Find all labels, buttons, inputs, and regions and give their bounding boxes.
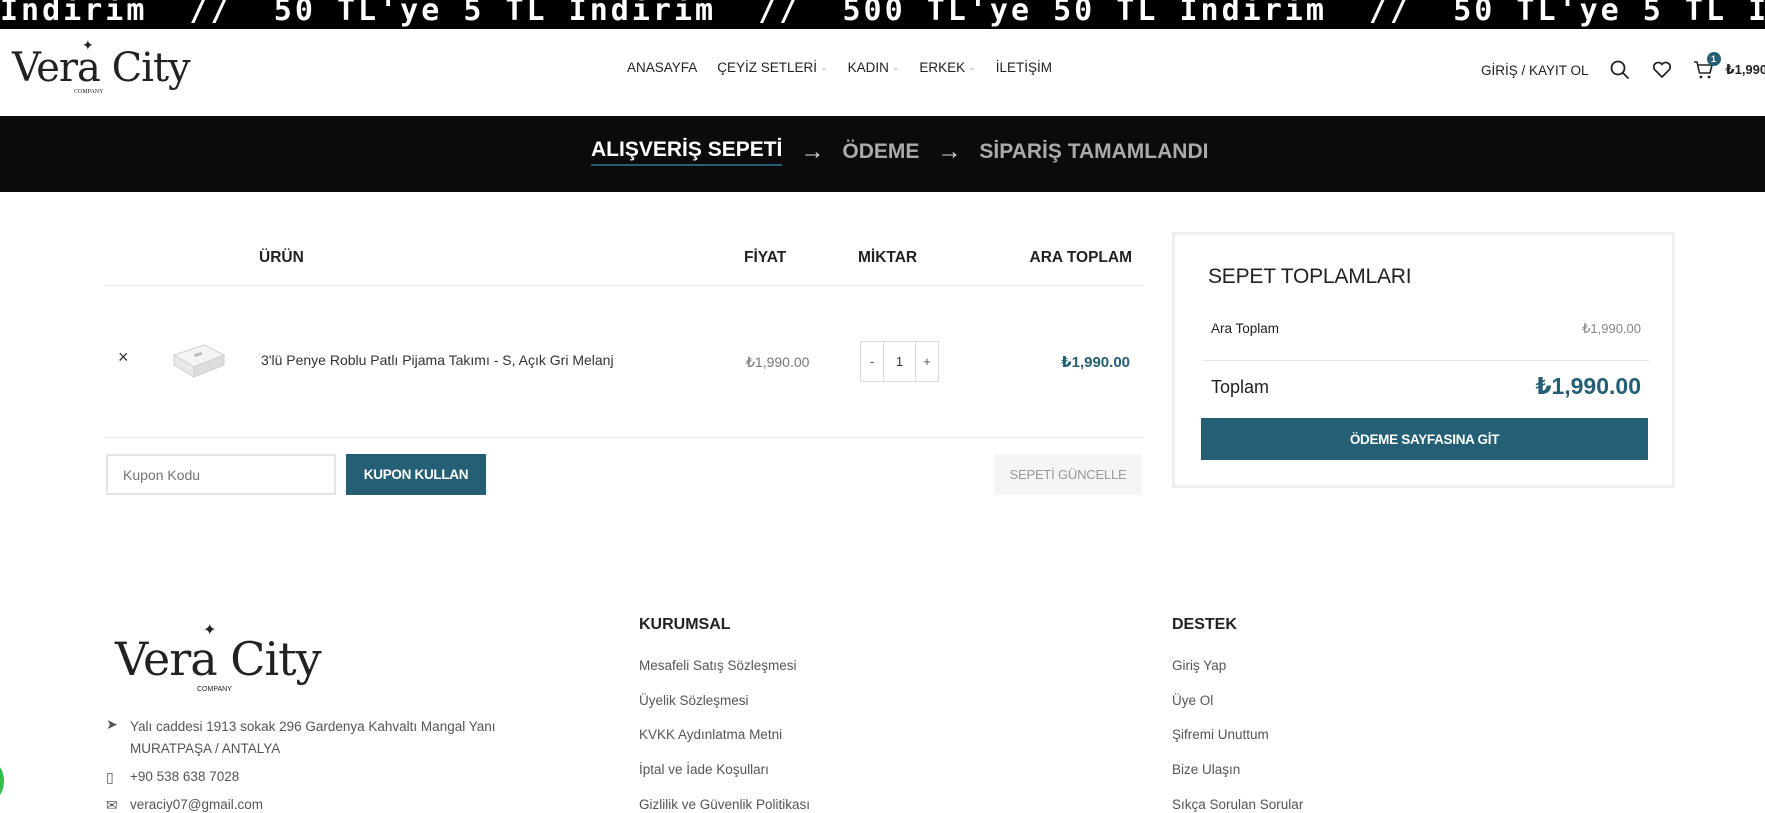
mail-icon: ✉	[106, 797, 118, 813]
arrow-right-icon: →	[937, 138, 962, 165]
logo-text: Vera City	[12, 45, 191, 91]
main-nav: ANASAYFA ÇEYİZ SETLERİ ⌄ KADIN ⌄ ERKEK ⌄ İL…	[627, 60, 1072, 75]
product-price: ₺1,990.00	[746, 354, 810, 370]
nav-item-contact[interactable]: İLETİŞİM	[996, 60, 1052, 75]
footer-corporate-title: KURUMSAL	[639, 616, 731, 633]
login-register-link[interactable]: GİRİŞ / KAYIT OL	[1481, 63, 1589, 78]
footer-logo[interactable]: ✦ Vera City COMPANY	[115, 620, 325, 700]
footer-logo-text: Vera City	[115, 632, 322, 686]
chevron-down-icon: ⌄	[968, 62, 976, 72]
step-cart[interactable]: ALIŞVERİŞ SEPETİ	[591, 138, 783, 166]
nav-label: ANASAYFA	[627, 60, 698, 75]
footer-link-privacy[interactable]: Gizlilik ve Güvenlik Politikası	[639, 797, 810, 812]
promo-ticker: İndirim // 50 TL'ye 5 TL İndirim // 500 …	[0, 0, 1765, 29]
quantity-input[interactable]: 1	[884, 341, 915, 382]
footer-link-membership[interactable]: Üyelik Sözleşmesi	[639, 693, 749, 708]
totals-total-row: Toplam ₺1,990.00	[1203, 363, 1649, 413]
nav-item-dowry-sets[interactable]: ÇEYİZ SETLERİ ⌄	[717, 60, 827, 75]
footer-link-kvkk[interactable]: KVKK Aydınlatma Metni	[639, 727, 782, 742]
nav-item-men[interactable]: ERKEK ⌄	[919, 60, 975, 75]
footer-link-distance-sales[interactable]: Mesafeli Satış Sözleşmesi	[639, 658, 797, 673]
nav-label: KADIN	[847, 60, 889, 75]
search-icon[interactable]	[1609, 59, 1631, 81]
step-order-complete: SİPARİŞ TAMAMLANDI	[979, 140, 1209, 163]
header-actions: GİRİŞ / KAYIT OL 1 ₺1,990.00	[1481, 52, 1765, 81]
cart-count-badge: 1	[1706, 52, 1721, 66]
checkout-steps: ALIŞVERİŞ SEPETİ → ÖDEME → SİPARİŞ TAMAM…	[0, 116, 1765, 192]
update-cart-button[interactable]: SEPETİ GÜNCELLE	[994, 454, 1142, 495]
product-name-link[interactable]: 3'lü Penye Roblu Patlı Pijama Takımı - S…	[261, 352, 614, 368]
nav-item-women[interactable]: KADIN ⌄	[848, 60, 900, 75]
footer-link-faq[interactable]: Sıkça Sorulan Sorular	[1172, 797, 1303, 812]
footer-address: ➤ Yalı caddesi 1913 sokak 296 Gardenya K…	[106, 716, 496, 760]
cart-item-row: × 3'lü Penye Roblu Patlı Pijama Takımı -…	[106, 286, 1142, 438]
arrow-right-icon: →	[800, 138, 825, 165]
address-line-2: MURATPAŞA / ANTALYA	[130, 741, 281, 756]
totals-subtotal-row: Ara Toplam ₺1,990.00	[1203, 309, 1649, 361]
product-thumbnail[interactable]	[168, 331, 228, 389]
footer-link-contact[interactable]: Bize Ulaşın	[1172, 762, 1240, 777]
cart-table-header: ÜRÜN FİYAT MİKTAR ARA TOPLAM	[106, 232, 1142, 286]
site-header: ✦ Vera City COMPANY ANASAYFA ÇEYİZ SETLE…	[0, 29, 1765, 116]
column-header-product: ÜRÜN	[259, 249, 304, 266]
nav-item-home[interactable]: ANASAYFA	[627, 60, 697, 75]
proceed-to-checkout-button[interactable]: ÖDEME SAYFASINA GİT	[1201, 418, 1648, 460]
address-line-1: Yalı caddesi 1913 sokak 296 Gardenya Kah…	[130, 719, 496, 734]
subtotal-value: ₺1,990.00	[1582, 321, 1641, 336]
heart-icon[interactable]	[1651, 59, 1673, 81]
column-header-quantity: MİKTAR	[858, 249, 918, 266]
footer-support-title: DESTEK	[1172, 616, 1237, 633]
footer-email: ✉ veraciy07@gmail.com	[106, 797, 263, 813]
footer-link-forgot-password[interactable]: Şifremi Unuttum	[1172, 727, 1269, 742]
logo-subtext: COMPANY	[74, 89, 104, 95]
coupon-code-input[interactable]	[106, 454, 336, 495]
location-arrow-icon: ➤	[106, 716, 118, 732]
cart-totals-panel: SEPET TOPLAMLARI Ara Toplam ₺1,990.00 To…	[1172, 232, 1675, 488]
apply-coupon-button[interactable]: KUPON KULLAN	[346, 454, 486, 495]
footer-phone: ▯ +90 538 638 7028	[106, 769, 239, 786]
phone-icon: ▯	[106, 769, 114, 785]
total-value: ₺1,990.00	[1535, 373, 1641, 399]
cart-table: ÜRÜN FİYAT MİKTAR ARA TOPLAM × 3'lü Peny…	[106, 232, 1142, 510]
column-header-price: FİYAT	[744, 249, 787, 266]
site-logo[interactable]: ✦ Vera City COMPANY	[12, 37, 191, 99]
product-subtotal: ₺1,990.00	[1061, 354, 1130, 371]
quantity-decrease-button[interactable]: -	[860, 341, 884, 382]
nav-label: ERKEK	[919, 60, 966, 75]
nav-label: İLETİŞİM	[995, 60, 1053, 75]
quantity-stepper: - 1 +	[860, 341, 939, 382]
subtotal-label: Ara Toplam	[1211, 321, 1280, 336]
footer-link-register[interactable]: Üye Ol	[1172, 693, 1213, 708]
footer-link-returns[interactable]: İptal ve İade Koşulları	[639, 762, 769, 777]
step-payment[interactable]: ÖDEME	[842, 140, 919, 164]
phone-number[interactable]: +90 538 638 7028	[130, 769, 239, 786]
chevron-down-icon: ⌄	[820, 62, 828, 72]
quantity-increase-button[interactable]: +	[915, 341, 939, 382]
ticker-text: İndirim // 50 TL'ye 5 TL İndirim // 500 …	[0, 0, 1765, 28]
chevron-down-icon: ⌄	[891, 62, 900, 72]
cart-icon[interactable]: 1	[1693, 52, 1721, 81]
nav-label: ÇEYİZ SETLERİ	[717, 60, 818, 75]
header-cart-total[interactable]: ₺1,990.00	[1726, 62, 1765, 78]
cart-actions: KUPON KULLAN SEPETİ GÜNCELLE	[106, 438, 1142, 510]
footer-link-login[interactable]: Giriş Yap	[1172, 658, 1226, 673]
footer-logo-subtext: COMPANY	[197, 686, 232, 693]
whatsapp-float-icon[interactable]	[0, 763, 4, 799]
cart-totals-title: SEPET TOPLAMLARI	[1208, 265, 1412, 288]
column-header-subtotal: ARA TOPLAM	[1029, 249, 1132, 266]
remove-item-icon[interactable]: ×	[118, 347, 129, 368]
total-label: Toplam	[1211, 377, 1270, 397]
email-address[interactable]: veraciy07@gmail.com	[130, 797, 263, 813]
